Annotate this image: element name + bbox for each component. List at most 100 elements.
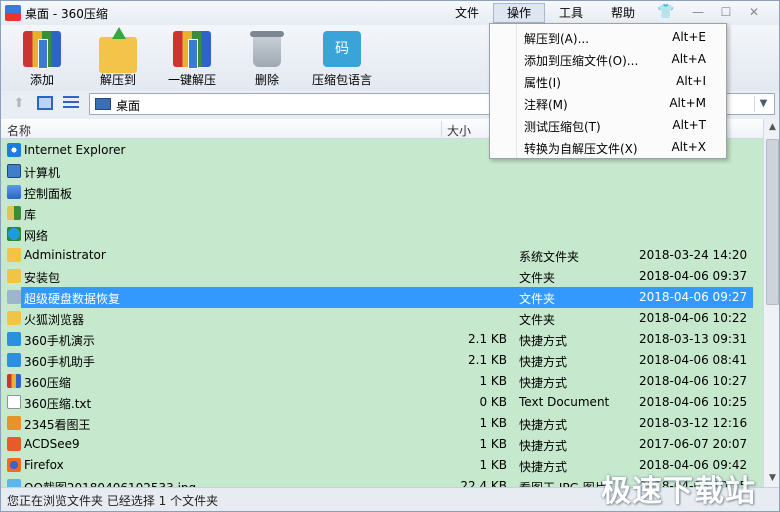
file-name: 安装包	[24, 271, 61, 285]
menu-item-shortcut: Alt+M	[669, 96, 706, 110]
menu-bar: 文件 操作 工具 帮助	[441, 3, 649, 23]
file-name: QQ截图20180406102533.jpg	[24, 479, 196, 487]
maximize-button[interactable]: ☐	[717, 4, 735, 20]
file-date: 2018-04-06 09:37	[639, 269, 748, 283]
file-row[interactable]: 计算机	[1, 161, 763, 182]
file-name: 360压缩	[24, 376, 71, 390]
menu-help[interactable]: 帮助	[597, 3, 649, 23]
column-divider	[441, 121, 442, 137]
file-name: Firefox	[24, 458, 64, 472]
file-name: 库	[24, 208, 37, 222]
zip-icon	[7, 374, 21, 388]
column-header-size[interactable]: 大小	[447, 122, 471, 139]
file-name: 控制面板	[24, 187, 73, 201]
menu-item-label: 转换为自解压文件(X)	[524, 142, 638, 156]
shortcut-icon	[7, 353, 21, 367]
file-size: 1 KB	[479, 437, 507, 451]
file-size: 1 KB	[479, 458, 507, 472]
library-icon	[7, 206, 21, 220]
extract-label: 解压到	[99, 73, 136, 87]
computer-icon	[7, 164, 21, 178]
address-dropdown-icon[interactable]: ▼	[754, 96, 772, 112]
file-name: Administrator	[24, 248, 106, 262]
close-button[interactable]: ✕	[745, 4, 763, 20]
archive-language-button[interactable]: 码 压缩包语言	[309, 31, 375, 89]
menu-item-label: 注释(M)	[524, 98, 568, 112]
list-view-icon[interactable]	[63, 96, 79, 110]
column-header-name[interactable]: 名称	[7, 122, 31, 139]
delete-label: 删除	[254, 73, 279, 87]
extract-to-button[interactable]: 解压到	[93, 27, 143, 89]
window-title: 桌面 - 360压缩	[25, 7, 108, 21]
menu-item-operation[interactable]: 注释(M) Alt+M	[490, 92, 726, 114]
up-arrow-icon[interactable]: ⬆	[11, 96, 27, 112]
encoding-icon: 码	[323, 31, 361, 67]
file-name: ACDSee9	[24, 437, 80, 451]
folder-icon	[7, 290, 21, 304]
file-size: 0 KB	[479, 395, 507, 409]
file-row[interactable]: 控制面板	[1, 182, 763, 203]
minimize-button[interactable]: —	[689, 4, 707, 20]
menu-item-shortcut: Alt+X	[671, 140, 706, 154]
menu-item-operation[interactable]: 属性(I) Alt+I	[490, 70, 726, 92]
file-name: 网络	[24, 229, 49, 243]
file-date: 2018-04-06 10:27	[639, 374, 748, 388]
file-name: 2345看图王	[24, 418, 91, 432]
file-row[interactable]: 2345看图王 1 KB 快捷方式 2018-03-12 12:16	[1, 413, 763, 434]
skin-shirt-icon[interactable]: 👕	[657, 4, 674, 20]
menu-item-shortcut: Alt+T	[672, 118, 706, 132]
file-row[interactable]: 超级硬盘数据恢复 文件夹 2018-04-06 09:27	[1, 287, 763, 308]
file-date: 2018-04-06 10:22	[639, 311, 748, 325]
large-icon-view-icon[interactable]	[37, 96, 53, 110]
operation-menu-dropdown: 解压到(A)... Alt+E 添加到压缩文件(O)... Alt+A 属性(I) Alt…	[489, 23, 727, 159]
file-date: 2018-04-06 09:27	[639, 290, 748, 304]
file-size: 22.4 KB	[460, 479, 507, 487]
menu-operation[interactable]: 操作	[493, 3, 545, 23]
file-date: 2018-03-12 12:16	[639, 416, 748, 430]
menu-item-operation[interactable]: 测试压缩包(T) Alt+T	[490, 114, 726, 136]
file-row[interactable]: 360手机演示 2.1 KB 快捷方式 2018-03-13 09:31	[1, 329, 763, 350]
file-type: 快捷方式	[519, 376, 568, 390]
file-row[interactable]: 火狐浏览器 文件夹 2018-04-06 10:22	[1, 308, 763, 329]
file-row[interactable]: 安装包 文件夹 2018-04-06 09:37	[1, 266, 763, 287]
file-type: 快捷方式	[519, 334, 568, 348]
file-row[interactable]: Administrator 系统文件夹 2018-03-24 14:20	[1, 245, 763, 266]
file-row[interactable]: 360压缩 1 KB 快捷方式 2018-04-06 10:27	[1, 371, 763, 392]
scroll-thumb[interactable]	[766, 139, 779, 305]
control-panel-icon	[7, 185, 21, 199]
file-type: 文件夹	[519, 292, 556, 306]
viewer-icon	[7, 416, 21, 430]
file-date: 2018-03-24 14:20	[639, 248, 748, 262]
menu-item-label: 添加到压缩文件(O)...	[524, 54, 639, 68]
app-logo-icon	[5, 5, 21, 21]
menu-tools[interactable]: 工具	[545, 3, 597, 23]
menu-item-operation[interactable]: 转换为自解压文件(X) Alt+X	[490, 136, 726, 158]
menu-file[interactable]: 文件	[441, 3, 493, 23]
menu-item-operation[interactable]: 添加到压缩文件(O)... Alt+A	[490, 48, 726, 70]
image-file-icon	[7, 479, 21, 487]
file-row[interactable]: ACDSee9 1 KB 快捷方式 2017-06-07 20:07	[1, 434, 763, 455]
file-row[interactable]: 360手机助手 2.1 KB 快捷方式 2018-04-06 08:41	[1, 350, 763, 371]
firefox-icon	[7, 458, 21, 472]
file-type: 快捷方式	[519, 418, 568, 432]
file-type: 文件夹	[519, 271, 556, 285]
folder-icon	[7, 248, 21, 262]
network-icon	[7, 227, 21, 241]
file-name: 360压缩.txt	[24, 397, 92, 411]
menu-item-operation[interactable]: 解压到(A)... Alt+E	[490, 26, 726, 48]
add-button[interactable]: 添加	[19, 31, 65, 89]
one-click-extract-button[interactable]: 一键解压	[163, 31, 221, 89]
file-rows: Internet Explorer 计算机 控制面板库网络 Administrator…	[1, 140, 763, 487]
add-label: 添加	[29, 73, 54, 87]
file-size: 2.1 KB	[468, 353, 507, 367]
menu-item-shortcut: Alt+E	[672, 30, 706, 44]
folder-icon	[7, 311, 21, 325]
file-row[interactable]: 库	[1, 203, 763, 224]
file-row[interactable]: 360压缩.txt 0 KB Text Document 2018-04-06 10:…	[1, 392, 763, 413]
scroll-up-icon[interactable]: ▲	[764, 119, 779, 136]
file-row[interactable]: 网络	[1, 224, 763, 245]
folder-icon	[7, 269, 21, 283]
delete-button[interactable]: 删除	[244, 31, 290, 89]
vertical-scrollbar[interactable]: ▲ ▼	[763, 119, 779, 487]
file-type: 快捷方式	[519, 460, 568, 474]
